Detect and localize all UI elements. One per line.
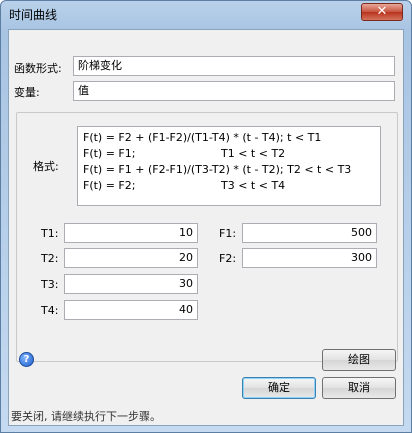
func-form-label: 函数形式:	[14, 62, 62, 75]
dialog-body: 函数形式: 阶梯变化 变量: 值 格式: F(t) = F2 + (F1-F2)…	[8, 29, 404, 426]
f1-field[interactable]: 500	[242, 223, 377, 243]
dialog-window: 时间曲线 ✕ 函数形式: 阶梯变化 变量: 值 格式: F(t) = F2 + …	[0, 0, 412, 433]
t2-field[interactable]: 20	[64, 248, 198, 268]
variable-field[interactable]: 值	[73, 81, 395, 101]
help-icon[interactable]: ?	[19, 352, 34, 367]
close-icon: ✕	[376, 4, 388, 19]
variable-label: 变量:	[14, 86, 40, 99]
t4-field[interactable]: 40	[64, 300, 198, 320]
t1-label: T1:	[41, 227, 59, 240]
t2-label: T2:	[41, 252, 59, 265]
formula-line: F(t) = F2; T3 < t < T4	[83, 179, 286, 192]
formula-line: F(t) = F1 + (F2-F1)/(T3-T2) * (t - T2); …	[83, 163, 352, 176]
close-button[interactable]: ✕	[361, 3, 403, 21]
func-form-field[interactable]: 阶梯变化	[73, 56, 395, 76]
cancel-button[interactable]: 取消	[322, 377, 396, 399]
t1-field[interactable]: 10	[64, 223, 198, 243]
ok-button[interactable]: 确定	[242, 377, 316, 399]
formula-line: F(t) = F1; T1 < t < T2	[83, 147, 286, 160]
f1-label: F1:	[219, 227, 237, 240]
t4-label: T4:	[41, 304, 59, 317]
plot-button[interactable]: 绘图	[322, 349, 396, 371]
title-bar[interactable]: 时间曲线 ✕	[1, 1, 411, 27]
window-title: 时间曲线	[9, 8, 58, 22]
t3-field[interactable]: 30	[64, 274, 198, 294]
format-label: 格式:	[33, 160, 59, 173]
f2-field[interactable]: 300	[242, 248, 377, 268]
format-formula-box: F(t) = F2 + (F1-F2)/(T1-T4) * (t - T4); …	[77, 126, 381, 206]
f2-label: F2:	[219, 252, 237, 265]
formula-line: F(t) = F2 + (F1-F2)/(T1-T4) * (t - T4); …	[83, 131, 322, 144]
status-text: 要关闭, 请继续执行下一步骤。	[11, 410, 161, 423]
t3-label: T3:	[41, 278, 59, 291]
